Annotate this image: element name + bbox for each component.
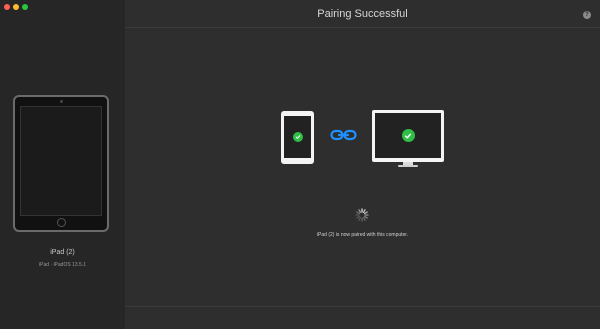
computer-illustration	[372, 110, 444, 162]
window-controls	[4, 4, 28, 10]
checkmark-icon	[292, 132, 303, 142]
ipad-illustration-screen	[284, 116, 311, 158]
maximize-window-button[interactable]	[22, 4, 28, 10]
camera-dot	[59, 100, 63, 103]
help-icon[interactable]: ?	[583, 11, 591, 19]
main-panel: Pairing Successful ? iPad (2) is now pai…	[125, 0, 600, 329]
checkmark-icon	[401, 129, 415, 142]
close-window-button[interactable]	[4, 4, 10, 10]
ipad-illustration	[281, 111, 314, 164]
status-message: iPad (2) is now paired with this compute…	[316, 232, 409, 238]
device-os: iPad · iPadOS 13.5.1	[39, 262, 86, 268]
page-title: Pairing Successful	[317, 8, 408, 20]
minimize-window-button[interactable]	[13, 4, 19, 10]
divider	[125, 306, 600, 307]
loading-spinner-icon	[355, 208, 369, 222]
device-ipad-image	[13, 95, 109, 232]
device-screen	[20, 106, 102, 216]
link-icon	[330, 129, 357, 141]
monitor-stand-base	[398, 165, 418, 167]
sidebar: iPad (2) iPad · iPadOS 13.5.1	[0, 0, 125, 329]
divider	[125, 27, 600, 28]
computer-illustration-screen	[375, 113, 441, 158]
home-button-icon	[56, 218, 66, 227]
device-name: iPad (2)	[50, 249, 75, 256]
